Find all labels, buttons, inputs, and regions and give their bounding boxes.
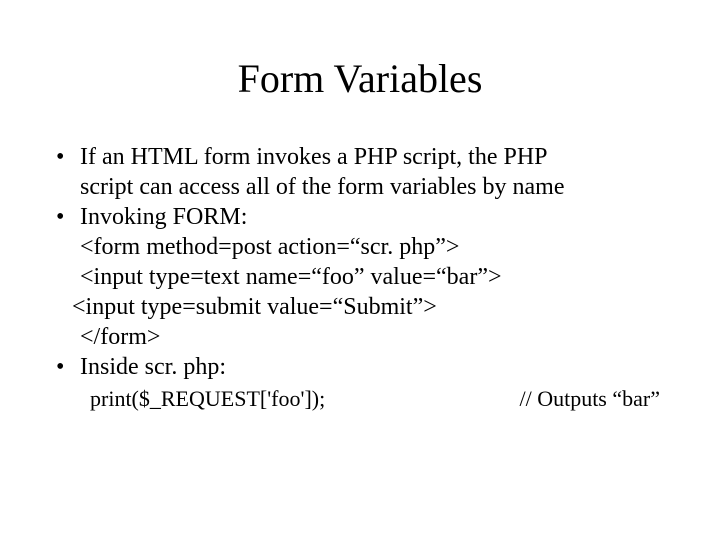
code-line: <input type=submit value=“Submit”> [50, 292, 670, 322]
code-line: <form method=post action=“scr. php”> [50, 232, 670, 262]
bullet-list: Inside scr. php: [50, 352, 670, 382]
slide: Form Variables If an HTML form invokes a… [0, 0, 720, 540]
bullet-list: If an HTML form invokes a PHP script, th… [50, 142, 670, 172]
bullet-text: Inside scr. php: [80, 354, 226, 380]
bullet-item: If an HTML form invokes a PHP script, th… [50, 142, 670, 172]
code-row: print($_REQUEST['foo']); // Outputs “bar… [50, 386, 670, 412]
bullet-item: Inside scr. php: [50, 352, 670, 382]
code-line: </form> [50, 322, 670, 352]
code-left: print($_REQUEST['foo']); [90, 386, 325, 412]
bullet-text: Invoking FORM: [80, 204, 247, 230]
bullet-text-cont: script can access all of the form variab… [50, 172, 670, 202]
bullet-item: Invoking FORM: [50, 202, 670, 232]
slide-title: Form Variables [50, 55, 670, 102]
bullet-text: If an HTML form invokes a PHP script, th… [80, 144, 548, 170]
bullet-list: Invoking FORM: [50, 202, 670, 232]
code-right: // Outputs “bar” [519, 386, 660, 412]
code-line: <input type=text name=“foo” value=“bar”> [50, 262, 670, 292]
